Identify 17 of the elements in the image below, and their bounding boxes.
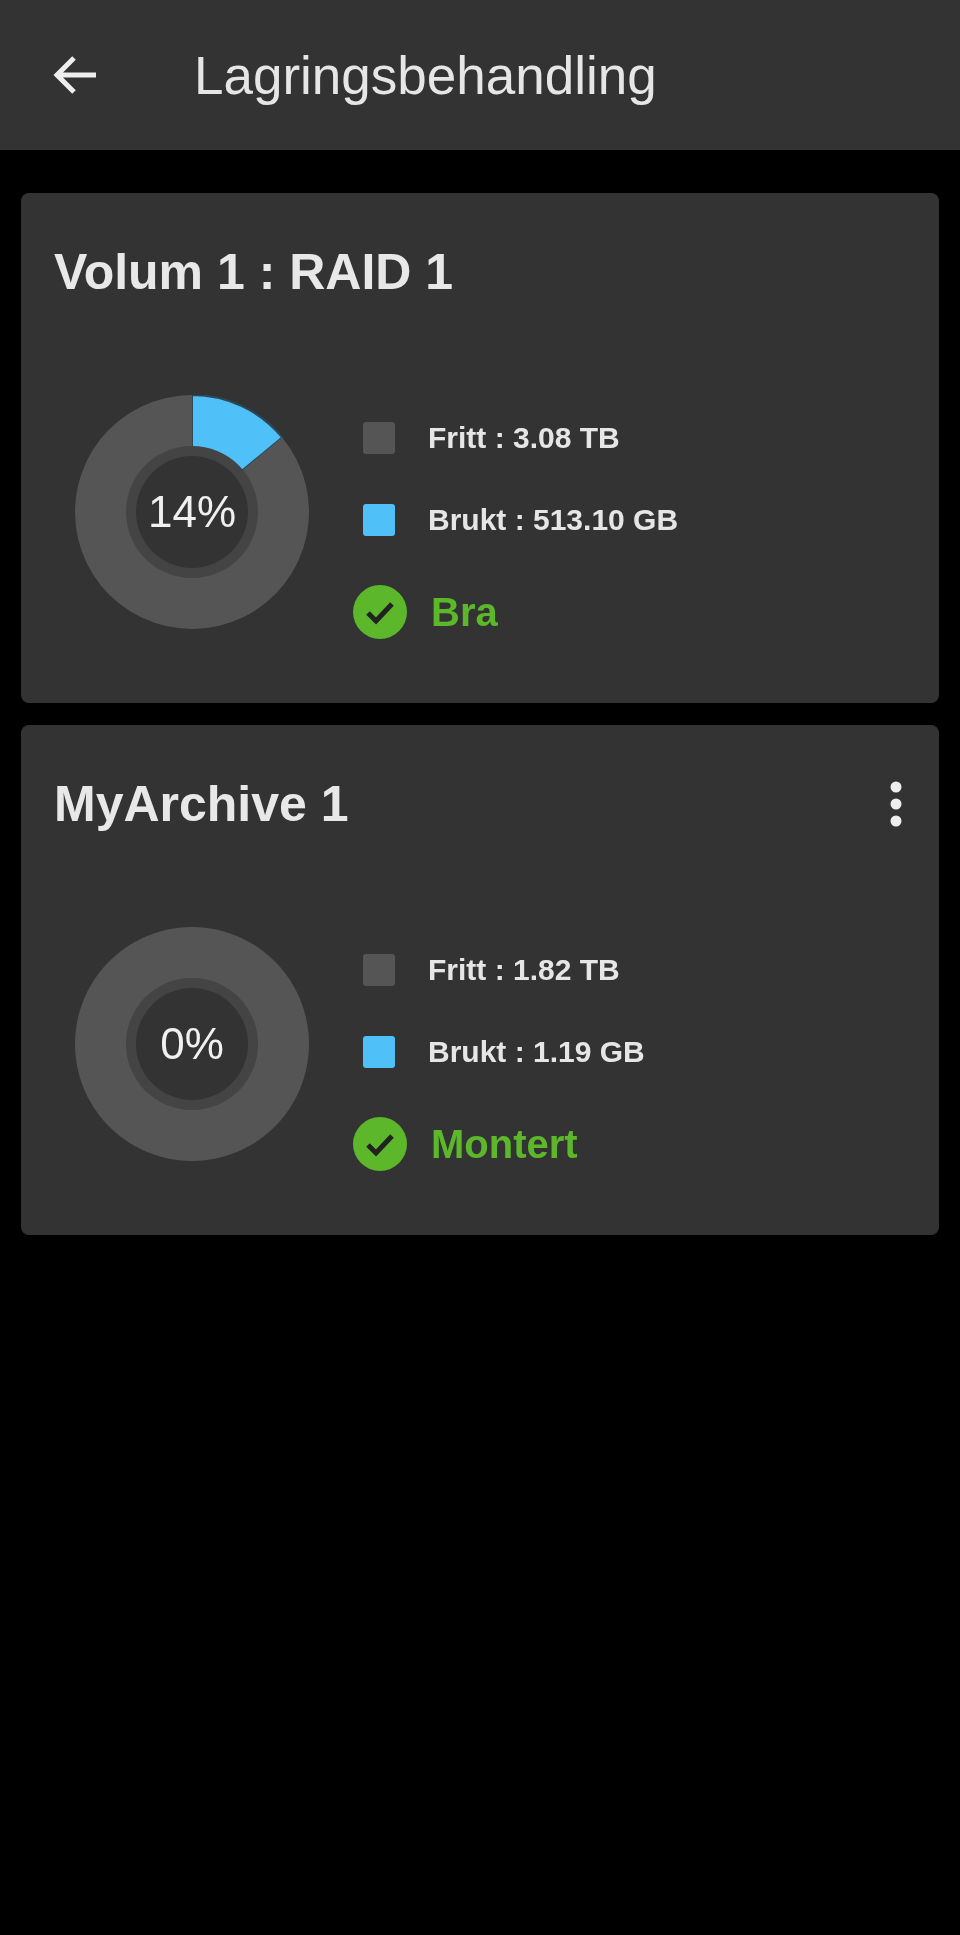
status-label: Montert: [431, 1121, 578, 1167]
usage-percent: 14%: [147, 487, 237, 537]
usage-percent: 0%: [160, 1019, 224, 1069]
back-icon[interactable]: [52, 55, 98, 95]
free-label: Fritt : 1.82 TB: [428, 953, 620, 987]
volume-title: Volum 1 : RAID 1: [54, 243, 454, 301]
free-swatch-icon: [363, 422, 395, 454]
free-label: Fritt : 3.08 TB: [428, 421, 620, 455]
used-label: Brukt : 513.10 GB: [428, 503, 679, 537]
used-label: Brukt : 1.19 GB: [428, 1035, 645, 1069]
used-swatch-icon: [363, 1036, 395, 1068]
used-swatch-icon: [363, 504, 395, 536]
more-menu-icon[interactable]: [889, 781, 903, 827]
free-swatch-icon: [363, 954, 395, 986]
page-title: Lagringsbehandling: [194, 44, 657, 106]
status-label: Bra: [431, 589, 498, 635]
volume-title: MyArchive 1: [54, 775, 349, 833]
